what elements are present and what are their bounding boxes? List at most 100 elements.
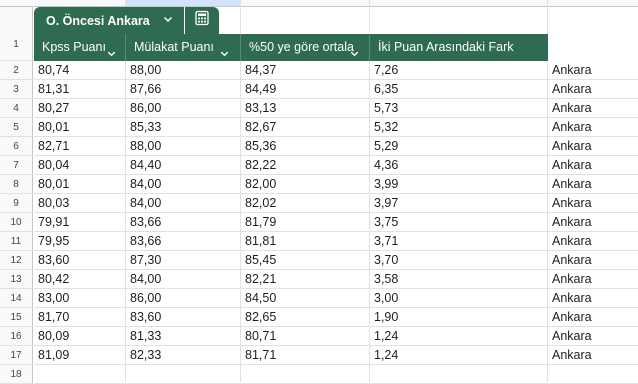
column-header-mulakat[interactable]: Mülakat Puanı [126,34,240,61]
table-cell[interactable]: 83,13 [241,99,369,117]
table-cell[interactable]: 81,79 [241,213,369,231]
table-cell[interactable]: 82,67 [241,118,369,136]
table-cell[interactable]: 5,32 [370,118,547,136]
table-cell[interactable]: 80,74 [34,61,125,79]
table-cell[interactable]: 86,00 [126,289,240,307]
table-cell[interactable]: Ankara [548,118,638,136]
table-cell[interactable]: 82,00 [241,175,369,193]
column-header-a[interactable] [34,0,125,7]
table-cell[interactable]: Ankara [548,175,638,193]
table-cell[interactable]: Ankara [548,156,638,174]
table-cell[interactable]: 7,26 [370,61,547,79]
table-cell[interactable]: Ankara [548,80,638,98]
table-cell[interactable]: 83,66 [126,213,240,231]
table-cell[interactable]: 82,65 [241,308,369,326]
row-number[interactable]: 7 [0,156,33,175]
row-number[interactable]: 18 [0,365,33,384]
row-number[interactable]: 2 [0,61,33,80]
column-header-b[interactable] [126,0,240,7]
table-cell[interactable]: 3,00 [370,289,547,307]
row-number[interactable]: 16 [0,327,33,346]
column-header-kpss[interactable]: Kpss Puanı [34,34,125,61]
table-cell[interactable]: 88,00 [126,61,240,79]
column-header-d[interactable] [370,0,547,7]
row-number[interactable]: 12 [0,251,33,270]
row-number[interactable]: 5 [0,118,33,137]
table-cell[interactable]: 80,42 [34,270,125,288]
row-number[interactable]: 6 [0,137,33,156]
table-cell[interactable]: 84,37 [241,61,369,79]
table-cell[interactable]: Ankara [548,99,638,117]
table-cell[interactable]: 3,75 [370,213,547,231]
table-cell[interactable]: 81,70 [34,308,125,326]
row-number[interactable]: 10 [0,213,33,232]
column-header-c[interactable] [241,0,369,7]
calculator-button[interactable] [185,7,219,34]
table-cell[interactable]: 82,22 [241,156,369,174]
table-cell[interactable]: 80,04 [34,156,125,174]
table-cell[interactable]: 82,33 [126,346,240,364]
chevron-down-icon[interactable] [162,13,174,28]
table-cell[interactable]: 82,71 [34,137,125,155]
table-cell[interactable]: 3,71 [370,232,547,250]
table-cell[interactable]: 81,33 [126,327,240,345]
table-cell[interactable]: 81,81 [241,232,369,250]
table-cell[interactable]: 84,49 [241,80,369,98]
table-cell[interactable]: Ankara [548,270,638,288]
table-cell[interactable]: 83,60 [34,251,125,269]
table-cell[interactable]: 83,00 [34,289,125,307]
row-number[interactable]: 13 [0,270,33,289]
table-cell[interactable]: 1,24 [370,346,547,364]
row-number[interactable]: 1 [0,7,33,61]
table-cell[interactable]: 5,73 [370,99,547,117]
table-cell[interactable]: 80,27 [34,99,125,117]
table-cell[interactable]: 3,70 [370,251,547,269]
table-cell[interactable] [548,365,638,383]
table-cell[interactable]: Ankara [548,346,638,364]
table-cell[interactable]: Ankara [548,61,638,79]
table-cell[interactable]: 80,01 [34,175,125,193]
table-cell[interactable]: 84,40 [126,156,240,174]
row-number[interactable]: 3 [0,80,33,99]
column-header-e[interactable] [548,0,638,7]
row-number[interactable]: 15 [0,308,33,327]
table-cell[interactable]: Ankara [548,289,638,307]
table-cell[interactable]: 85,45 [241,251,369,269]
table-cell[interactable]: 4,36 [370,156,547,174]
table-cell[interactable]: 83,66 [126,232,240,250]
table-cell[interactable]: 80,71 [241,327,369,345]
table-cell[interactable]: 3,58 [370,270,547,288]
table-cell[interactable]: Ankara [548,232,638,250]
row-number[interactable]: 11 [0,232,33,251]
column-header-fark[interactable]: İki Puan Arasındaki Fark [370,34,548,61]
row-number[interactable]: 8 [0,175,33,194]
table-name-tab[interactable]: O. Öncesi Ankara [34,7,184,34]
table-cell[interactable]: 85,33 [126,118,240,136]
table-cell[interactable]: 6,35 [370,80,547,98]
table-cell[interactable]: 1,90 [370,308,547,326]
table-cell[interactable]: 3,97 [370,194,547,212]
table-cell[interactable]: 81,31 [34,80,125,98]
table-cell[interactable]: Ankara [548,213,638,231]
row-number[interactable]: 14 [0,289,33,308]
table-cell[interactable]: 1,24 [370,327,547,345]
table-cell[interactable]: 80,09 [34,327,125,345]
table-cell[interactable]: 80,03 [34,194,125,212]
table-cell[interactable]: 79,91 [34,213,125,231]
table-cell[interactable]: 88,00 [126,137,240,155]
table-cell[interactable]: 84,50 [241,289,369,307]
table-cell[interactable]: Ankara [548,308,638,326]
table-cell[interactable]: 85,36 [241,137,369,155]
table-cell[interactable]: Ankara [548,251,638,269]
row-number[interactable]: 9 [0,194,33,213]
table-cell[interactable]: 86,00 [126,99,240,117]
row-header-corner[interactable] [0,0,33,7]
table-cell[interactable] [34,365,125,383]
table-cell[interactable]: Ankara [548,327,638,345]
table-cell[interactable] [241,365,369,383]
table-cell[interactable]: 82,02 [241,194,369,212]
table-cell[interactable]: 84,00 [126,194,240,212]
table-cell[interactable]: 82,21 [241,270,369,288]
table-cell[interactable]: 79,95 [34,232,125,250]
column-header-ortalama[interactable]: %50 ye göre ortala [241,34,369,61]
